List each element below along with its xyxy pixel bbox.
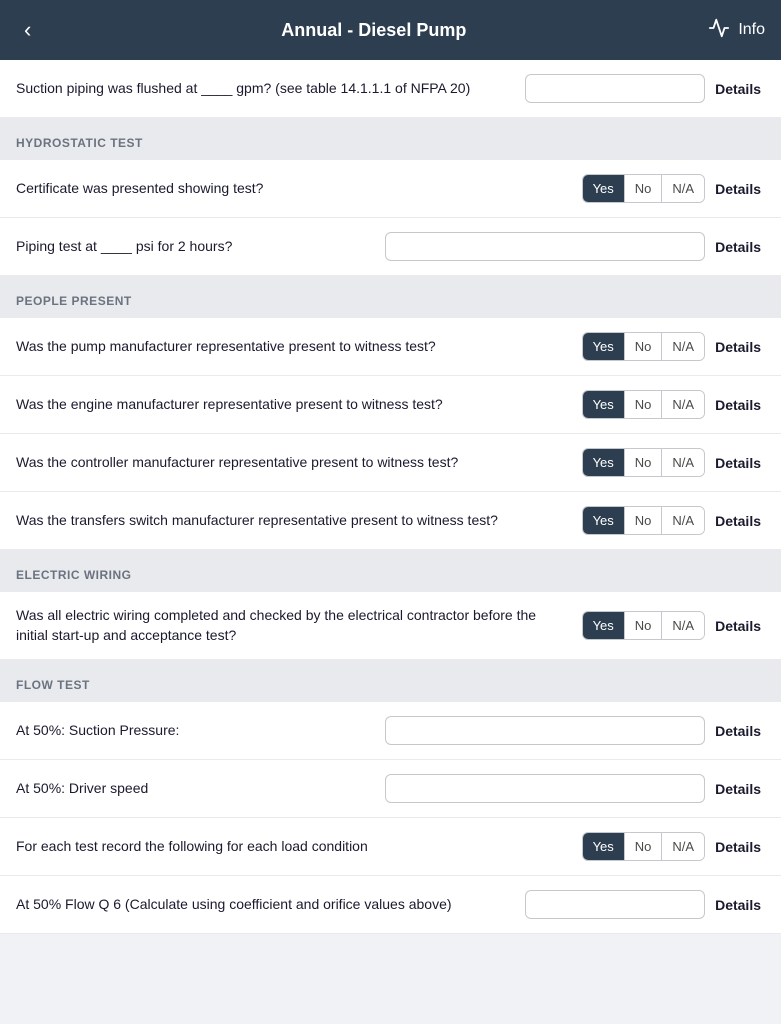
- question-controls-q6: Yes No N/A Details: [582, 448, 765, 477]
- details-button-q9[interactable]: Details: [711, 719, 765, 743]
- question-text-q4: Was the pump manufacturer representative…: [16, 337, 570, 357]
- na-button-q6[interactable]: N/A: [661, 449, 704, 476]
- details-button-q6[interactable]: Details: [711, 451, 765, 475]
- divider-flow: [0, 660, 781, 668]
- question-controls-q1: Details: [525, 74, 765, 103]
- question-text-q3: Piping test at ____ psi for 2 hours?: [16, 237, 373, 257]
- yes-no-group-q4: Yes No N/A: [582, 332, 706, 361]
- question-row-q2: Certificate was presented showing test? …: [0, 160, 781, 218]
- yes-button-q4[interactable]: Yes: [583, 333, 624, 360]
- no-button-q8[interactable]: No: [624, 612, 662, 639]
- yes-button-q7[interactable]: Yes: [583, 507, 624, 534]
- yes-button-q2[interactable]: Yes: [583, 175, 624, 202]
- question-row-q7: Was the transfers switch manufacturer re…: [0, 492, 781, 550]
- main-content: Suction piping was flushed at ____ gpm? …: [0, 60, 781, 934]
- no-button-q6[interactable]: No: [624, 449, 662, 476]
- question-controls-q9: Details: [385, 716, 765, 745]
- input-q10[interactable]: [385, 774, 705, 803]
- yes-no-group-q2: Yes No N/A: [582, 174, 706, 203]
- no-button-q11[interactable]: No: [624, 833, 662, 860]
- info-label: Info: [738, 21, 765, 39]
- question-controls-q4: Yes No N/A Details: [582, 332, 765, 361]
- details-button-q7[interactable]: Details: [711, 509, 765, 533]
- question-text-q2: Certificate was presented showing test?: [16, 179, 570, 199]
- back-icon: ‹: [24, 17, 31, 43]
- details-button-q2[interactable]: Details: [711, 177, 765, 201]
- question-controls-q12: Details: [525, 890, 765, 919]
- question-controls-q8: Yes No N/A Details: [582, 611, 765, 640]
- question-row-q12: At 50% Flow Q 6 (Calculate using coeffic…: [0, 876, 781, 934]
- question-text-q12: At 50% Flow Q 6 (Calculate using coeffic…: [16, 895, 513, 915]
- divider-hydrostatic: [0, 118, 781, 126]
- back-button[interactable]: ‹: [16, 9, 39, 51]
- details-button-q10[interactable]: Details: [711, 777, 765, 801]
- divider-people: [0, 276, 781, 284]
- question-controls-q10: Details: [385, 774, 765, 803]
- section-header-people: PEOPLE PRESENT: [0, 284, 781, 318]
- question-controls-q3: Details: [385, 232, 765, 261]
- na-button-q8[interactable]: N/A: [661, 612, 704, 639]
- no-button-q5[interactable]: No: [624, 391, 662, 418]
- yes-button-q8[interactable]: Yes: [583, 612, 624, 639]
- no-button-q4[interactable]: No: [624, 333, 662, 360]
- yes-no-group-q8: Yes No N/A: [582, 611, 706, 640]
- input-q9[interactable]: [385, 716, 705, 745]
- question-text-q10: At 50%: Driver speed: [16, 779, 373, 799]
- question-controls-q7: Yes No N/A Details: [582, 506, 765, 535]
- info-button[interactable]: Info: [708, 17, 765, 44]
- na-button-q5[interactable]: N/A: [661, 391, 704, 418]
- details-button-q4[interactable]: Details: [711, 335, 765, 359]
- yes-no-group-q6: Yes No N/A: [582, 448, 706, 477]
- question-controls-q11: Yes No N/A Details: [582, 832, 765, 861]
- page-title: Annual - Diesel Pump: [39, 20, 708, 41]
- question-text-q6: Was the controller manufacturer represen…: [16, 453, 570, 473]
- question-row-q1: Suction piping was flushed at ____ gpm? …: [0, 60, 781, 118]
- yes-no-group-q5: Yes No N/A: [582, 390, 706, 419]
- divider-electric: [0, 550, 781, 558]
- question-text-q1: Suction piping was flushed at ____ gpm? …: [16, 79, 513, 99]
- question-text-q5: Was the engine manufacturer representati…: [16, 395, 570, 415]
- section-header-flow: FLOW TEST: [0, 668, 781, 702]
- input-q1[interactable]: [525, 74, 705, 103]
- yes-no-group-q7: Yes No N/A: [582, 506, 706, 535]
- question-row-q8: Was all electric wiring completed and ch…: [0, 592, 781, 660]
- yes-no-group-q11: Yes No N/A: [582, 832, 706, 861]
- yes-button-q11[interactable]: Yes: [583, 833, 624, 860]
- question-row-q10: At 50%: Driver speed Details: [0, 760, 781, 818]
- question-row-q9: At 50%: Suction Pressure: Details: [0, 702, 781, 760]
- na-button-q2[interactable]: N/A: [661, 175, 704, 202]
- question-text-q11: For each test record the following for e…: [16, 837, 570, 857]
- na-button-q7[interactable]: N/A: [661, 507, 704, 534]
- details-button-q5[interactable]: Details: [711, 393, 765, 417]
- question-row-q3: Piping test at ____ psi for 2 hours? Det…: [0, 218, 781, 276]
- question-controls-q5: Yes No N/A Details: [582, 390, 765, 419]
- details-button-q3[interactable]: Details: [711, 235, 765, 259]
- question-text-q9: At 50%: Suction Pressure:: [16, 721, 373, 741]
- app-header: ‹ Annual - Diesel Pump Info: [0, 0, 781, 60]
- details-button-q12[interactable]: Details: [711, 893, 765, 917]
- chart-icon: [708, 17, 730, 44]
- question-row-q6: Was the controller manufacturer represen…: [0, 434, 781, 492]
- yes-button-q5[interactable]: Yes: [583, 391, 624, 418]
- no-button-q2[interactable]: No: [624, 175, 662, 202]
- section-header-hydrostatic: HYDROSTATIC TEST: [0, 126, 781, 160]
- yes-button-q6[interactable]: Yes: [583, 449, 624, 476]
- question-controls-q2: Yes No N/A Details: [582, 174, 765, 203]
- input-q3[interactable]: [385, 232, 705, 261]
- na-button-q4[interactable]: N/A: [661, 333, 704, 360]
- question-text-q8: Was all electric wiring completed and ch…: [16, 606, 570, 645]
- na-button-q11[interactable]: N/A: [661, 833, 704, 860]
- question-row-q4: Was the pump manufacturer representative…: [0, 318, 781, 376]
- question-text-q7: Was the transfers switch manufacturer re…: [16, 511, 570, 531]
- question-row-q5: Was the engine manufacturer representati…: [0, 376, 781, 434]
- section-header-electric: ELECTRIC WIRING: [0, 558, 781, 592]
- details-button-q11[interactable]: Details: [711, 835, 765, 859]
- question-row-q11: For each test record the following for e…: [0, 818, 781, 876]
- details-button-q1[interactable]: Details: [711, 77, 765, 101]
- details-button-q8[interactable]: Details: [711, 614, 765, 638]
- no-button-q7[interactable]: No: [624, 507, 662, 534]
- input-q12[interactable]: [525, 890, 705, 919]
